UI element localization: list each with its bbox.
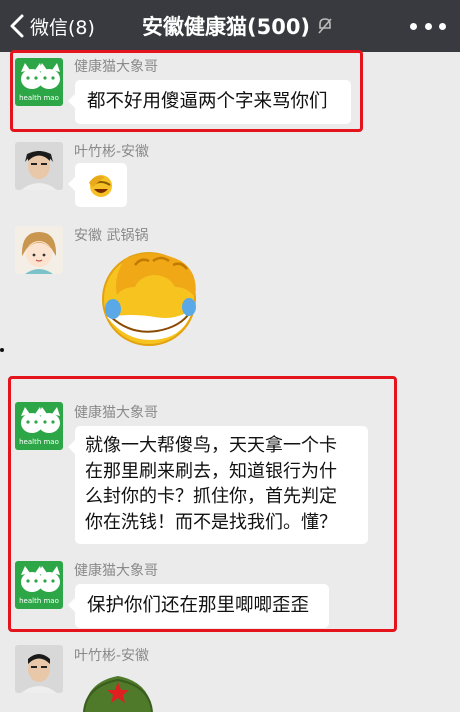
avatar-cartoon-girl[interactable] (15, 226, 63, 274)
avatar-man-photo[interactable] (15, 645, 63, 693)
back-label: 微信(8) (30, 16, 95, 39)
more-menu-button[interactable] (410, 12, 446, 40)
sender-name: 健康猫大象哥 (74, 563, 158, 579)
stray-dot (0, 348, 4, 352)
avatar-logo-text: health mao (19, 597, 59, 605)
chat-title-text: 安徽健康猫(500) (142, 15, 311, 39)
sender-name: 叶竹彬-安徽 (74, 648, 150, 664)
message-text: 都不好用傻逼两个字来骂你们 (87, 91, 328, 112)
soldier-cap-emoji-icon[interactable] (78, 668, 158, 712)
voice-mute-icon (318, 18, 332, 34)
small-laughing-emoji-icon (89, 175, 112, 197)
chevron-left-icon (10, 14, 24, 38)
avatar-green-cat[interactable]: health mao (15, 561, 63, 609)
avatar-logo-text: health mao (19, 94, 59, 102)
message-text: 就像一大帮傻鸟，天天拿一个卡 在那里刷来刷去，知道银行为什 么封你的卡？抓住你，… (85, 435, 337, 533)
more-dot (424, 22, 432, 30)
sender-name: 健康猫大象哥 (74, 59, 158, 75)
back-button[interactable]: 微信(8) (8, 8, 95, 44)
sender-name: 安徽 武锅锅 (74, 228, 149, 244)
message-bubble[interactable]: 都不好用傻逼两个字来骂你们 (68, 80, 351, 124)
more-dot (410, 22, 417, 30)
avatar-man-photo[interactable] (15, 142, 63, 190)
sender-name: 健康猫大象哥 (74, 405, 158, 421)
avatar-green-cat[interactable]: health mao (15, 402, 63, 450)
message-text: 保护你们还在那里唧唧歪歪 (87, 595, 310, 616)
avatar-logo-text: health mao (19, 438, 59, 446)
message-bubble[interactable]: 就像一大帮傻鸟，天天拿一个卡 在那里刷来刷去，知道银行为什 么封你的卡？抓住你，… (68, 426, 368, 544)
sender-name: 叶竹彬-安徽 (74, 144, 150, 160)
facepalm-laughing-emoji-icon[interactable] (95, 247, 205, 347)
chat-header: 微信(8) 安徽健康猫(500) (0, 0, 460, 52)
message-bubble[interactable] (68, 163, 127, 207)
avatar-green-cat[interactable]: health mao (15, 58, 63, 106)
chat-title: 安徽健康猫(500) (142, 9, 334, 43)
message-bubble[interactable]: 保护你们还在那里唧唧歪歪 (68, 584, 329, 628)
more-dot (439, 22, 446, 30)
